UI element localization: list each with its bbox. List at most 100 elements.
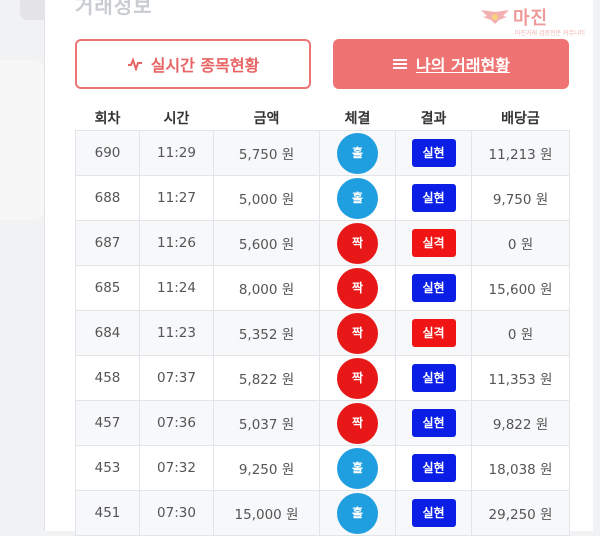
result-cell: 실현 — [395, 445, 472, 491]
time-cell: 07:36 — [139, 400, 214, 446]
time-cell: 11:27 — [139, 175, 214, 221]
amount-cell: 5,600 원 — [213, 220, 320, 266]
pulse-icon — [127, 57, 142, 71]
wing-emblem-icon — [481, 10, 509, 24]
pick-cell: 짝 — [319, 265, 396, 311]
col-pick: 체결 — [319, 106, 396, 131]
payout-cell: 18,038 원 — [471, 445, 570, 491]
card-title: 거래정보 — [75, 0, 153, 18]
amount-cell: 9,250 원 — [213, 445, 320, 491]
time-cell: 11:24 — [139, 265, 214, 311]
pick-cell: 홀 — [319, 445, 396, 491]
payout-cell: 0 원 — [471, 310, 570, 356]
amount-cell: 5,000 원 — [213, 175, 320, 221]
result-badge: 실현 — [411, 139, 456, 167]
amount-cell: 5,037 원 — [213, 400, 320, 446]
col-round: 회차 — [75, 106, 140, 131]
table-row: 688 11:27 5,000 원 홀 실현 9,750 원 — [75, 175, 570, 221]
time-cell: 11:26 — [139, 220, 214, 266]
payout-cell: 15,600 원 — [471, 265, 570, 311]
trade-table: 회차 시간 금액 체결 결과 배당금 690 11:29 5,750 원 홀 실현 11,… — [75, 106, 570, 536]
result-cell: 실현 — [395, 130, 472, 176]
pick-cell: 홀 — [319, 490, 396, 536]
result-cell: 실현 — [395, 175, 472, 221]
result-badge: 실현 — [411, 184, 456, 212]
col-result: 결과 — [395, 106, 472, 131]
round-cell: 685 — [75, 265, 140, 311]
site-logo: 마진 마진거래 검증전문 커뮤니티 — [475, 4, 587, 40]
side-panel — [0, 60, 44, 220]
round-cell: 453 — [75, 445, 140, 491]
pick-cell: 짝 — [319, 220, 396, 266]
list-icon — [393, 59, 408, 69]
round-cell: 684 — [75, 310, 140, 356]
result-cell: 실격 — [395, 310, 472, 356]
result-badge: 실격 — [411, 319, 456, 347]
result-badge: 실현 — [411, 499, 456, 527]
amount-cell: 5,750 원 — [213, 130, 320, 176]
pick-cell: 홀 — [319, 130, 396, 176]
result-badge: 실현 — [411, 274, 456, 302]
my-trades-label: 나의 거래현황 — [416, 56, 510, 75]
table-row: 685 11:24 8,000 원 짝 실현 15,600 원 — [75, 265, 570, 311]
pick-ball: 짝 — [337, 357, 378, 399]
round-cell: 688 — [75, 175, 140, 221]
result-cell: 실현 — [395, 355, 472, 401]
amount-cell: 5,822 원 — [213, 355, 320, 401]
payout-cell: 0 원 — [471, 220, 570, 266]
pick-ball: 홀 — [337, 447, 378, 489]
amount-cell: 5,352 원 — [213, 310, 320, 356]
table-row: 458 07:37 5,822 원 짝 실현 11,353 원 — [75, 355, 570, 401]
live-status-button[interactable]: 실시간 종목현황 — [75, 39, 311, 89]
result-cell: 실현 — [395, 400, 472, 446]
pick-ball: 홀 — [337, 132, 378, 174]
payout-cell: 11,213 원 — [471, 130, 570, 176]
time-cell: 07:37 — [139, 355, 214, 401]
table-row: 690 11:29 5,750 원 홀 실현 11,213 원 — [75, 130, 570, 176]
pick-ball: 홀 — [337, 492, 378, 534]
pick-ball: 홀 — [337, 177, 378, 219]
result-badge: 실현 — [411, 364, 456, 392]
time-cell: 07:32 — [139, 445, 214, 491]
pick-cell: 짝 — [319, 355, 396, 401]
result-badge: 실현 — [411, 454, 456, 482]
col-time: 시간 — [139, 106, 214, 131]
time-cell: 11:23 — [139, 310, 214, 356]
pick-ball: 짝 — [337, 267, 378, 309]
result-cell: 실격 — [395, 220, 472, 266]
round-cell: 451 — [75, 490, 140, 536]
payout-cell: 9,822 원 — [471, 400, 570, 446]
logo-subtitle: 마진거래 검증전문 커뮤니티 — [515, 30, 586, 37]
table-row: 451 07:30 15,000 원 홀 실현 29,250 원 — [75, 490, 570, 536]
pick-cell: 짝 — [319, 400, 396, 446]
pick-ball: 짝 — [337, 312, 378, 354]
pick-cell: 홀 — [319, 175, 396, 221]
logo-text: 마진 — [513, 8, 549, 29]
round-cell: 457 — [75, 400, 140, 446]
amount-cell: 15,000 원 — [213, 490, 320, 536]
round-cell: 690 — [75, 130, 140, 176]
my-trades-button[interactable]: 나의 거래현황 — [333, 39, 569, 89]
result-cell: 실현 — [395, 490, 472, 536]
time-cell: 07:30 — [139, 490, 214, 536]
table-header: 회차 시간 금액 체결 결과 배당금 — [75, 106, 570, 131]
col-amount: 금액 — [213, 106, 320, 131]
result-cell: 실현 — [395, 265, 472, 311]
time-cell: 11:29 — [139, 130, 214, 176]
amount-cell: 8,000 원 — [213, 265, 320, 311]
payout-cell: 29,250 원 — [471, 490, 570, 536]
round-cell: 458 — [75, 355, 140, 401]
result-badge: 실격 — [411, 229, 456, 257]
round-cell: 687 — [75, 220, 140, 266]
payout-cell: 11,353 원 — [471, 355, 570, 401]
table-row: 684 11:23 5,352 원 짝 실격 0 원 — [75, 310, 570, 356]
table-row: 453 07:32 9,250 원 홀 실현 18,038 원 — [75, 445, 570, 491]
table-row: 457 07:36 5,037 원 짝 실현 9,822 원 — [75, 400, 570, 446]
payout-cell: 9,750 원 — [471, 175, 570, 221]
trade-info-card: 거래정보 마진 마진거래 검증전문 커뮤니티 실시간 종목현황 나의 거래현황 … — [44, 0, 593, 536]
live-status-label: 실시간 종목현황 — [150, 56, 260, 75]
table-row: 687 11:26 5,600 원 짝 실격 0 원 — [75, 220, 570, 266]
pick-ball: 짝 — [337, 402, 378, 444]
result-badge: 실현 — [411, 409, 456, 437]
pick-cell: 짝 — [319, 310, 396, 356]
